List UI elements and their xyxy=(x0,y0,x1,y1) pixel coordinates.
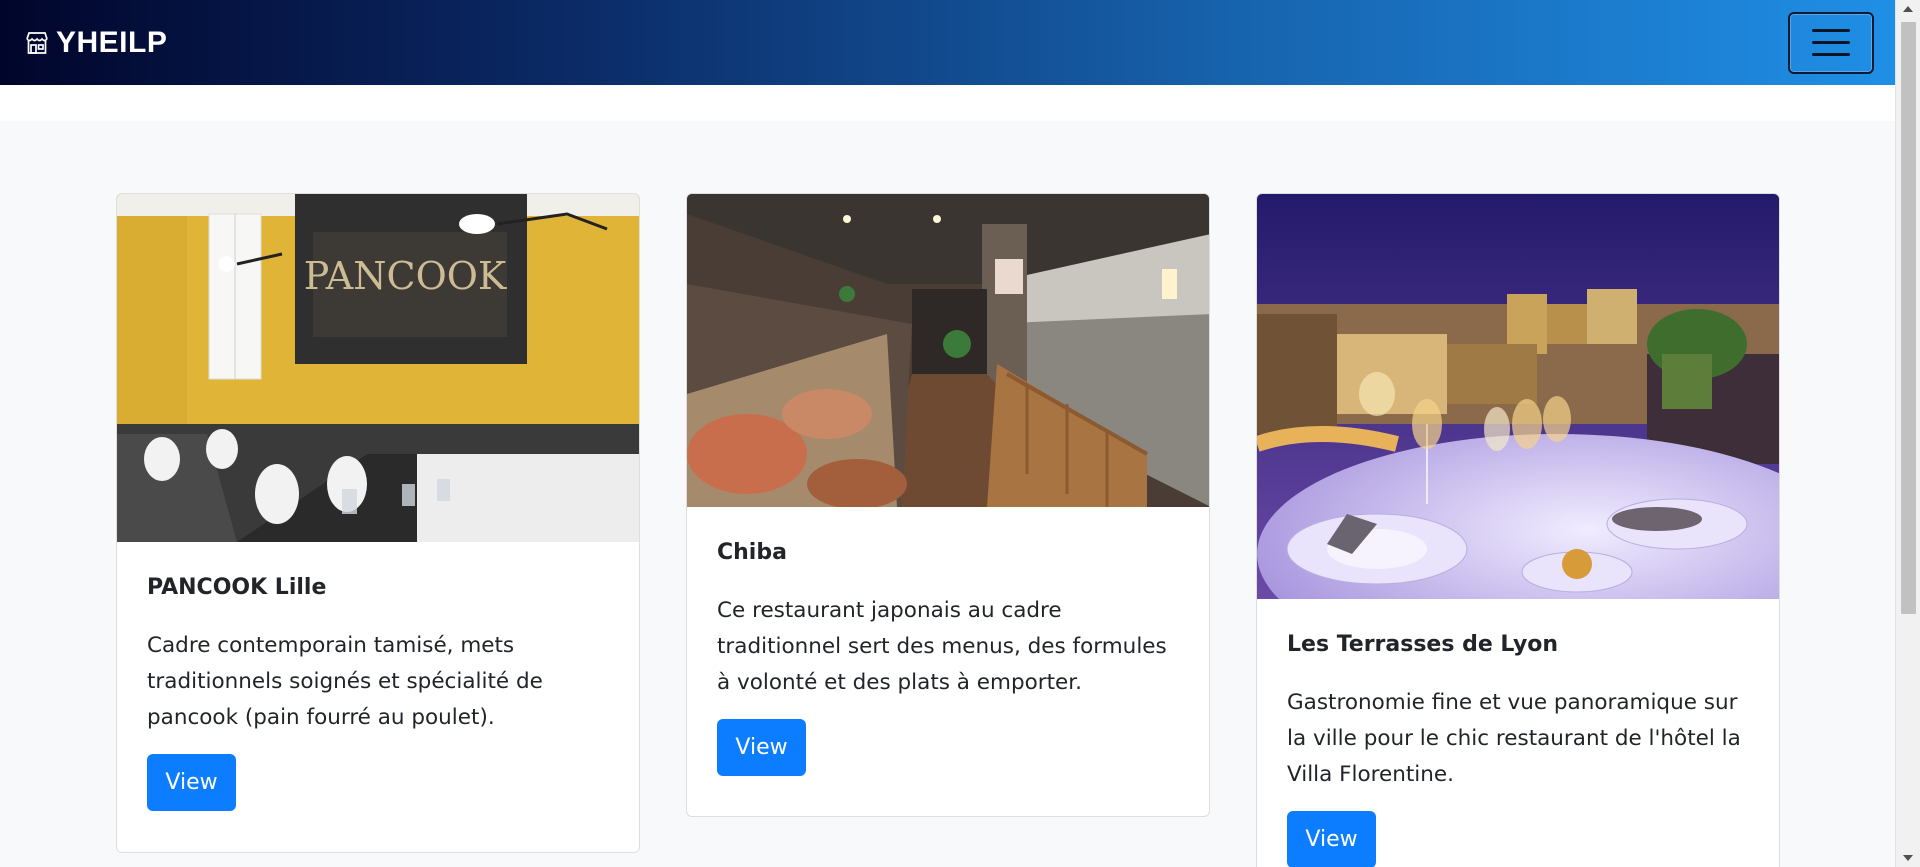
restaurant-card: Les Terrasses de Lyon Gastronomie fine e… xyxy=(1256,193,1780,867)
hamburger-icon-bar xyxy=(1812,53,1850,56)
card-title: Chiba xyxy=(717,540,787,565)
view-button[interactable]: View xyxy=(147,754,236,811)
menu-toggle-button[interactable] xyxy=(1788,11,1874,74)
header-spacer xyxy=(0,85,1895,121)
navbar: YHEILP xyxy=(0,0,1895,85)
shop-icon xyxy=(24,30,50,56)
restaurant-card-list: PANCOOK PANCOOK Lille Cadre contemporain… xyxy=(116,193,1780,867)
brand-name: YHEILP xyxy=(56,25,168,59)
restaurant-image xyxy=(1257,194,1779,599)
card-title: PANCOOK Lille xyxy=(147,575,327,600)
card-body: Chiba Ce restaurant japonais au cadre tr… xyxy=(687,540,1209,806)
scroll-up-icon[interactable] xyxy=(1903,6,1913,12)
hamburger-icon-bar xyxy=(1812,41,1850,44)
view-button[interactable]: View xyxy=(717,719,806,776)
card-body: Les Terrasses de Lyon Gastronomie fine e… xyxy=(1257,632,1779,867)
scrollbar-thumb[interactable] xyxy=(1901,22,1916,614)
card-description: Gastronomie fine et vue panoramique sur … xyxy=(1287,690,1741,787)
restaurant-card: PANCOOK PANCOOK Lille Cadre contemporain… xyxy=(116,193,640,853)
card-description: Cadre contemporain tamisé, mets traditio… xyxy=(147,633,543,730)
restaurant-image: PANCOOK xyxy=(117,194,639,542)
view-button[interactable]: View xyxy=(1287,811,1376,867)
sign-text: PANCOOK xyxy=(304,254,507,298)
restaurant-card: Chiba Ce restaurant japonais au cadre tr… xyxy=(686,193,1210,817)
card-description: Ce restaurant japonais au cadre traditio… xyxy=(717,598,1167,695)
card-title: Les Terrasses de Lyon xyxy=(1287,632,1559,657)
hamburger-icon xyxy=(1812,29,1850,32)
restaurant-image xyxy=(687,194,1209,507)
scroll-down-icon[interactable] xyxy=(1903,855,1913,861)
vertical-scrollbar[interactable] xyxy=(1895,0,1920,867)
brand-link[interactable]: YHEILP xyxy=(24,26,167,60)
card-body: PANCOOK Lille Cadre contemporain tamisé,… xyxy=(117,575,639,841)
